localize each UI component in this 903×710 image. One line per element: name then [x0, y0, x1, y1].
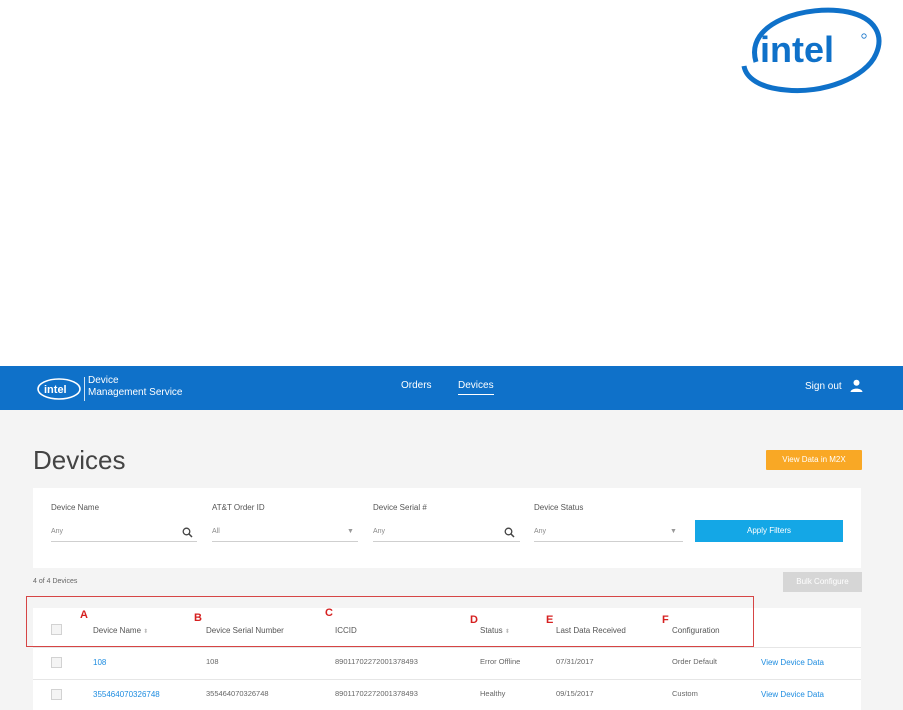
cell-last-data: 09/15/2017	[556, 689, 594, 698]
filter-label-serial: Device Serial #	[373, 503, 427, 512]
order-id-select-value: All	[212, 528, 220, 535]
cell-configuration: Custom	[672, 689, 698, 698]
sign-out-link[interactable]: Sign out	[805, 381, 842, 392]
brand-divider	[84, 377, 85, 401]
app-name-line1: Device	[88, 375, 119, 386]
search-icon[interactable]	[504, 527, 515, 538]
cell-status: Healthy	[480, 689, 506, 698]
filter-panel: Device Name Any AT&T Order ID All ▼ Devi…	[33, 488, 861, 568]
cell-last-data: 07/31/2017	[556, 657, 594, 666]
device-name-link[interactable]: 355464070326748	[93, 690, 160, 699]
main-content: Devices View Data in M2X Device Name Any…	[0, 410, 903, 710]
intel-logo: intel	[741, 7, 882, 94]
order-id-select[interactable]: All ▼	[212, 522, 358, 542]
cell-status: Error Offline	[480, 657, 521, 666]
cell-configuration: Order Default	[672, 657, 718, 666]
app-name-line2: Management Service	[88, 387, 183, 398]
device-status-select-value: Any	[534, 528, 547, 535]
bulk-configure-button[interactable]: Bulk Configure	[783, 572, 862, 592]
view-device-data-link[interactable]: View Device Data	[761, 658, 824, 667]
device-status-select[interactable]: Any ▼	[534, 522, 683, 542]
device-name-input-value: Any	[51, 528, 64, 535]
serial-number-input-value: Any	[373, 528, 386, 535]
chevron-down-icon: ▼	[670, 528, 677, 535]
device-name-input[interactable]: Any	[51, 522, 197, 542]
serial-number-input[interactable]: Any	[373, 522, 520, 542]
page-title: Devices	[33, 445, 126, 475]
user-icon[interactable]	[850, 379, 863, 392]
nav-devices[interactable]: Devices	[458, 380, 494, 395]
cell-serial: 355464070326748	[206, 689, 269, 698]
view-data-m2x-button[interactable]: View Data in M2X	[766, 450, 862, 470]
svg-text:intel: intel	[44, 384, 67, 396]
annotation-letter-f: F	[662, 614, 669, 626]
filter-label-device-name: Device Name	[51, 503, 100, 512]
svg-text:intel: intel	[760, 29, 834, 70]
row-checkbox[interactable]	[51, 657, 62, 668]
view-device-data-link[interactable]: View Device Data	[761, 690, 824, 699]
annotation-box	[26, 596, 754, 647]
device-name-link[interactable]: 108	[93, 658, 106, 667]
top-navbar: intel Device Management Service Orders D…	[0, 366, 903, 410]
filter-label-status: Device Status	[534, 503, 584, 512]
intel-nav-logo[interactable]: intel	[36, 377, 82, 401]
filter-label-order-id: AT&T Order ID	[212, 503, 265, 512]
annotation-letter-b: B	[194, 612, 202, 624]
chevron-down-icon: ▼	[347, 528, 354, 535]
device-count: 4 of 4 Devices	[33, 578, 78, 585]
search-icon[interactable]	[182, 527, 193, 538]
annotation-letter-e: E	[546, 614, 554, 626]
cell-serial: 108	[206, 657, 219, 666]
annotation-letter-a: A	[80, 609, 88, 621]
apply-filters-button[interactable]: Apply Filters	[695, 520, 843, 542]
row-checkbox[interactable]	[51, 689, 62, 700]
annotation-letter-c: C	[325, 607, 333, 619]
row-divider	[33, 679, 861, 680]
cell-iccid: 89011702272001378493	[335, 657, 418, 666]
cell-iccid: 89011702272001378493	[335, 689, 418, 698]
nav-orders[interactable]: Orders	[401, 380, 432, 391]
row-divider	[33, 647, 861, 648]
annotation-letter-d: D	[470, 614, 478, 626]
